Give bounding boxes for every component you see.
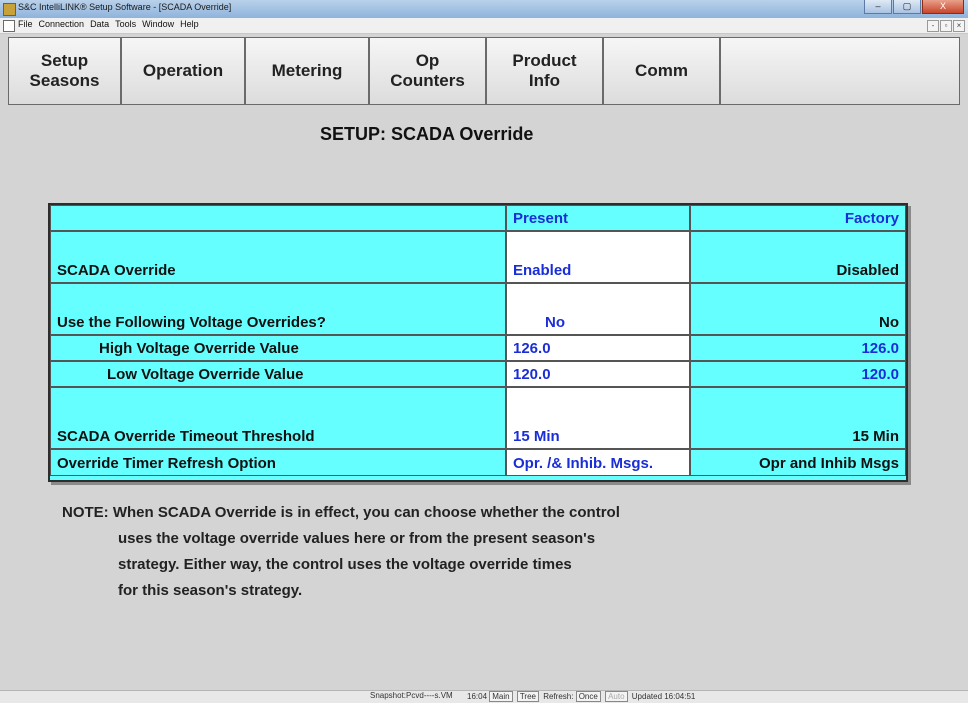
row-label-low-voltage-override: Low Voltage Override Value [50,361,506,387]
tab-metering[interactable]: Metering [245,37,369,105]
tab-blank[interactable] [720,37,960,105]
note-line: uses the voltage override values here or… [118,530,596,547]
tree-button[interactable]: Tree [516,691,539,702]
status-time: 16:04 [467,692,488,701]
present-low-voltage-override[interactable]: 120.0 [506,361,690,387]
tab-operation[interactable]: Operation [121,37,245,105]
note-text: NOTE: When SCADA Override is in effect, … [62,500,620,604]
status-controls: 16:04 Main Tree Refresh: Once Auto Updat… [467,691,695,702]
refresh-label: Refresh: [543,692,574,701]
row-label-use-voltage-overrides: Use the Following Voltage Overrides? [50,283,506,335]
tab-line: Metering [271,61,343,80]
tab-line: Op [415,51,440,70]
menu-tools[interactable]: Tools [115,19,136,29]
mdi-restore-button[interactable]: ▫ [940,20,952,32]
mdi-minimize-button[interactable]: - [927,20,939,32]
tab-line: Counters [390,71,465,90]
app-icon [3,3,16,16]
note-line: for this season's strategy. [118,582,303,599]
tab-setup-seasons[interactable]: Setup Seasons [8,37,121,105]
tab-op-counters[interactable]: Op Counters [369,37,486,105]
note-line: strategy. Either way, the control uses t… [118,556,572,573]
snapshot-label: Snapshot:Pcvd----s.VM [370,691,453,700]
menu-bar: File Connection Data Tools Window Help -… [0,18,968,34]
close-button[interactable]: X [922,0,964,14]
maximize-button[interactable]: ▢ [893,0,921,14]
tab-line: Info [528,71,561,90]
menu-file[interactable]: File [18,19,33,29]
minimize-button[interactable]: – [864,0,892,14]
factory-use-voltage-overrides: No [690,283,906,335]
menu-help[interactable]: Help [180,19,199,29]
row-label-scada-override: SCADA Override [50,231,506,283]
factory-low-voltage-override: 120.0 [690,361,906,387]
row-label-timeout-threshold: SCADA Override Timeout Threshold [50,387,506,449]
tab-line: Operation [142,61,224,80]
header-factory: Factory [690,205,906,231]
title-bar: S&C IntelliLINK® Setup Software - [SCADA… [0,0,968,18]
settings-table: Present Factory SCADA Override Enabled D… [48,203,908,482]
tab-line: Product [512,51,577,70]
window-title: S&C IntelliLINK® Setup Software - [SCADA… [18,2,232,12]
menu-window[interactable]: Window [142,19,174,29]
screen-tab-bar: Setup Seasons Operation Metering Op Counte… [8,37,960,105]
tab-line: Comm [635,61,688,80]
present-scada-override[interactable]: Enabled [506,231,690,283]
row-label-high-voltage-override: High Voltage Override Value [50,335,506,361]
tab-comm[interactable]: Comm [603,37,720,105]
present-high-voltage-override[interactable]: 126.0 [506,335,690,361]
note-line: NOTE: When SCADA Override is in effect, … [62,504,620,521]
header-label-cell [50,205,506,231]
tab-product-info[interactable]: Product Info [486,37,603,105]
present-timer-refresh-option[interactable]: Opr. /& Inhib. Msgs. [506,449,690,476]
mdi-close-button[interactable]: × [953,20,965,32]
factory-scada-override: Disabled [690,231,906,283]
status-bar: Snapshot:Pcvd----s.VM 16:04 Main Tree Re… [0,690,968,703]
row-label-timer-refresh-option: Override Timer Refresh Option [50,449,506,476]
tab-line: Seasons [29,71,100,90]
updated-time: Updated 16:04:51 [631,692,696,701]
present-use-voltage-overrides[interactable]: No [506,283,690,335]
main-button[interactable]: Main [489,691,513,702]
window-controls: – ▢ X [864,0,964,14]
document-icon[interactable] [3,20,15,32]
factory-timeout-threshold: 15 Min [690,387,906,449]
menu-connection[interactable]: Connection [39,19,85,29]
tab-line: Setup [40,51,89,70]
factory-timer-refresh-option: Opr and Inhib Msgs [690,449,906,476]
header-present: Present [506,205,690,231]
present-timeout-threshold[interactable]: 15 Min [506,387,690,449]
page-title: SETUP: SCADA Override [320,124,534,144]
factory-high-voltage-override: 126.0 [690,335,906,361]
menu-data[interactable]: Data [90,19,109,29]
refresh-auto-button[interactable]: Auto [605,691,628,702]
refresh-once-button[interactable]: Once [575,691,601,702]
